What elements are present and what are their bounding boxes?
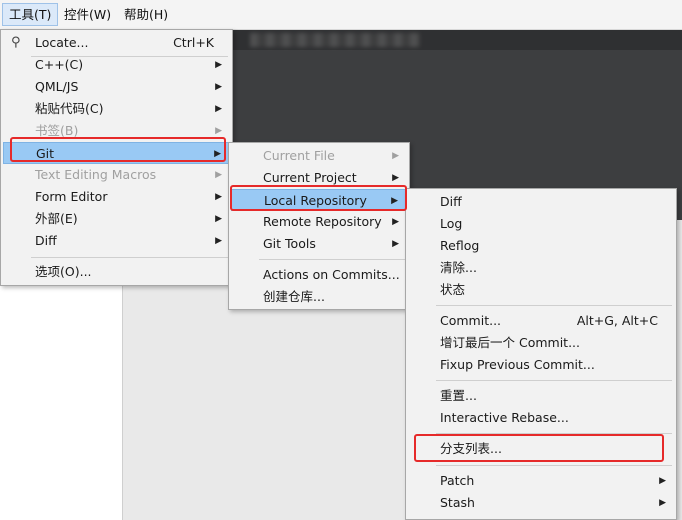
menu-controls[interactable]: 控件(W) xyxy=(58,4,117,25)
local-item-clean[interactable]: 清除... xyxy=(408,257,674,279)
local-item-diff[interactable]: Diff xyxy=(408,191,674,213)
git-item-current-file[interactable]: Current File ▶ xyxy=(231,145,407,167)
git-item-actions-on-commits[interactable]: Actions on Commits... xyxy=(231,264,407,286)
local-item-stash[interactable]: Stash ▶ xyxy=(408,492,674,514)
menu-tools[interactable]: 工具(T) xyxy=(2,3,59,26)
menu-item-cpp[interactable]: C++(C) ▶ xyxy=(3,54,230,76)
local-repository-submenu: Diff Log Reflog 清除... 状态 Commit... Alt+G… xyxy=(405,188,677,520)
menu-item-external[interactable]: 外部(E) ▶ xyxy=(3,208,230,230)
local-item-fixup-previous-commit[interactable]: Fixup Previous Commit... xyxy=(408,354,674,376)
local-item-amend-last-commit[interactable]: 增订最后一个 Commit... xyxy=(408,332,674,354)
local-item-reflog[interactable]: Reflog xyxy=(408,235,674,257)
git-item-git-tools[interactable]: Git Tools ▶ xyxy=(231,233,407,255)
menu-item-text-editing-macros[interactable]: Text Editing Macros ▶ xyxy=(3,164,230,186)
local-item-interactive-rebase[interactable]: Interactive Rebase... xyxy=(408,407,674,429)
submenu-arrow-icon: ▶ xyxy=(392,239,399,249)
callout-local-repository xyxy=(230,185,407,211)
separator xyxy=(436,465,672,466)
submenu-arrow-icon: ▶ xyxy=(392,151,399,161)
menu-item-locate[interactable]: ⚲ Locate... Ctrl+K xyxy=(3,32,230,54)
left-panel xyxy=(0,280,123,520)
separator xyxy=(436,305,672,306)
separator xyxy=(259,259,405,260)
menu-item-diff[interactable]: Diff ▶ xyxy=(3,230,230,252)
submenu-arrow-icon: ▶ xyxy=(392,217,399,227)
submenu-arrow-icon: ▶ xyxy=(659,476,666,486)
git-item-remote-repository[interactable]: Remote Repository ▶ xyxy=(231,211,407,233)
submenu-arrow-icon: ▶ xyxy=(215,104,222,114)
local-item-status[interactable]: 状态 xyxy=(408,279,674,301)
search-icon: ⚲ xyxy=(11,35,21,50)
git-submenu: Current File ▶ Current Project ▶ Local R… xyxy=(228,142,410,310)
submenu-arrow-icon: ▶ xyxy=(215,82,222,92)
local-item-commit[interactable]: Commit... Alt+G, Alt+C xyxy=(408,310,674,332)
menu-help[interactable]: 帮助(H) xyxy=(118,4,174,25)
submenu-arrow-icon: ▶ xyxy=(215,192,222,202)
separator xyxy=(436,380,672,381)
menu-item-paste-code[interactable]: 粘贴代码(C) ▶ xyxy=(3,98,230,120)
blurred-title xyxy=(250,33,420,47)
separator xyxy=(31,257,228,258)
local-item-reset[interactable]: 重置... xyxy=(408,385,674,407)
local-item-patch[interactable]: Patch ▶ xyxy=(408,470,674,492)
submenu-arrow-icon: ▶ xyxy=(215,214,222,224)
local-item-log[interactable]: Log xyxy=(408,213,674,235)
submenu-arrow-icon: ▶ xyxy=(215,170,222,180)
submenu-arrow-icon: ▶ xyxy=(215,60,222,70)
git-item-create-repository[interactable]: 创建仓库... xyxy=(231,286,407,308)
menu-item-options[interactable]: 选项(O)... xyxy=(3,261,230,283)
callout-git xyxy=(10,137,226,162)
menu-item-qmljs[interactable]: QML/JS ▶ xyxy=(3,76,230,98)
submenu-arrow-icon: ▶ xyxy=(659,498,666,508)
menu-item-form-editor[interactable]: Form Editor ▶ xyxy=(3,186,230,208)
menu-bar: 工具(T) 控件(W) 帮助(H) xyxy=(0,0,682,30)
callout-branches xyxy=(414,434,664,462)
submenu-arrow-icon: ▶ xyxy=(215,236,222,246)
